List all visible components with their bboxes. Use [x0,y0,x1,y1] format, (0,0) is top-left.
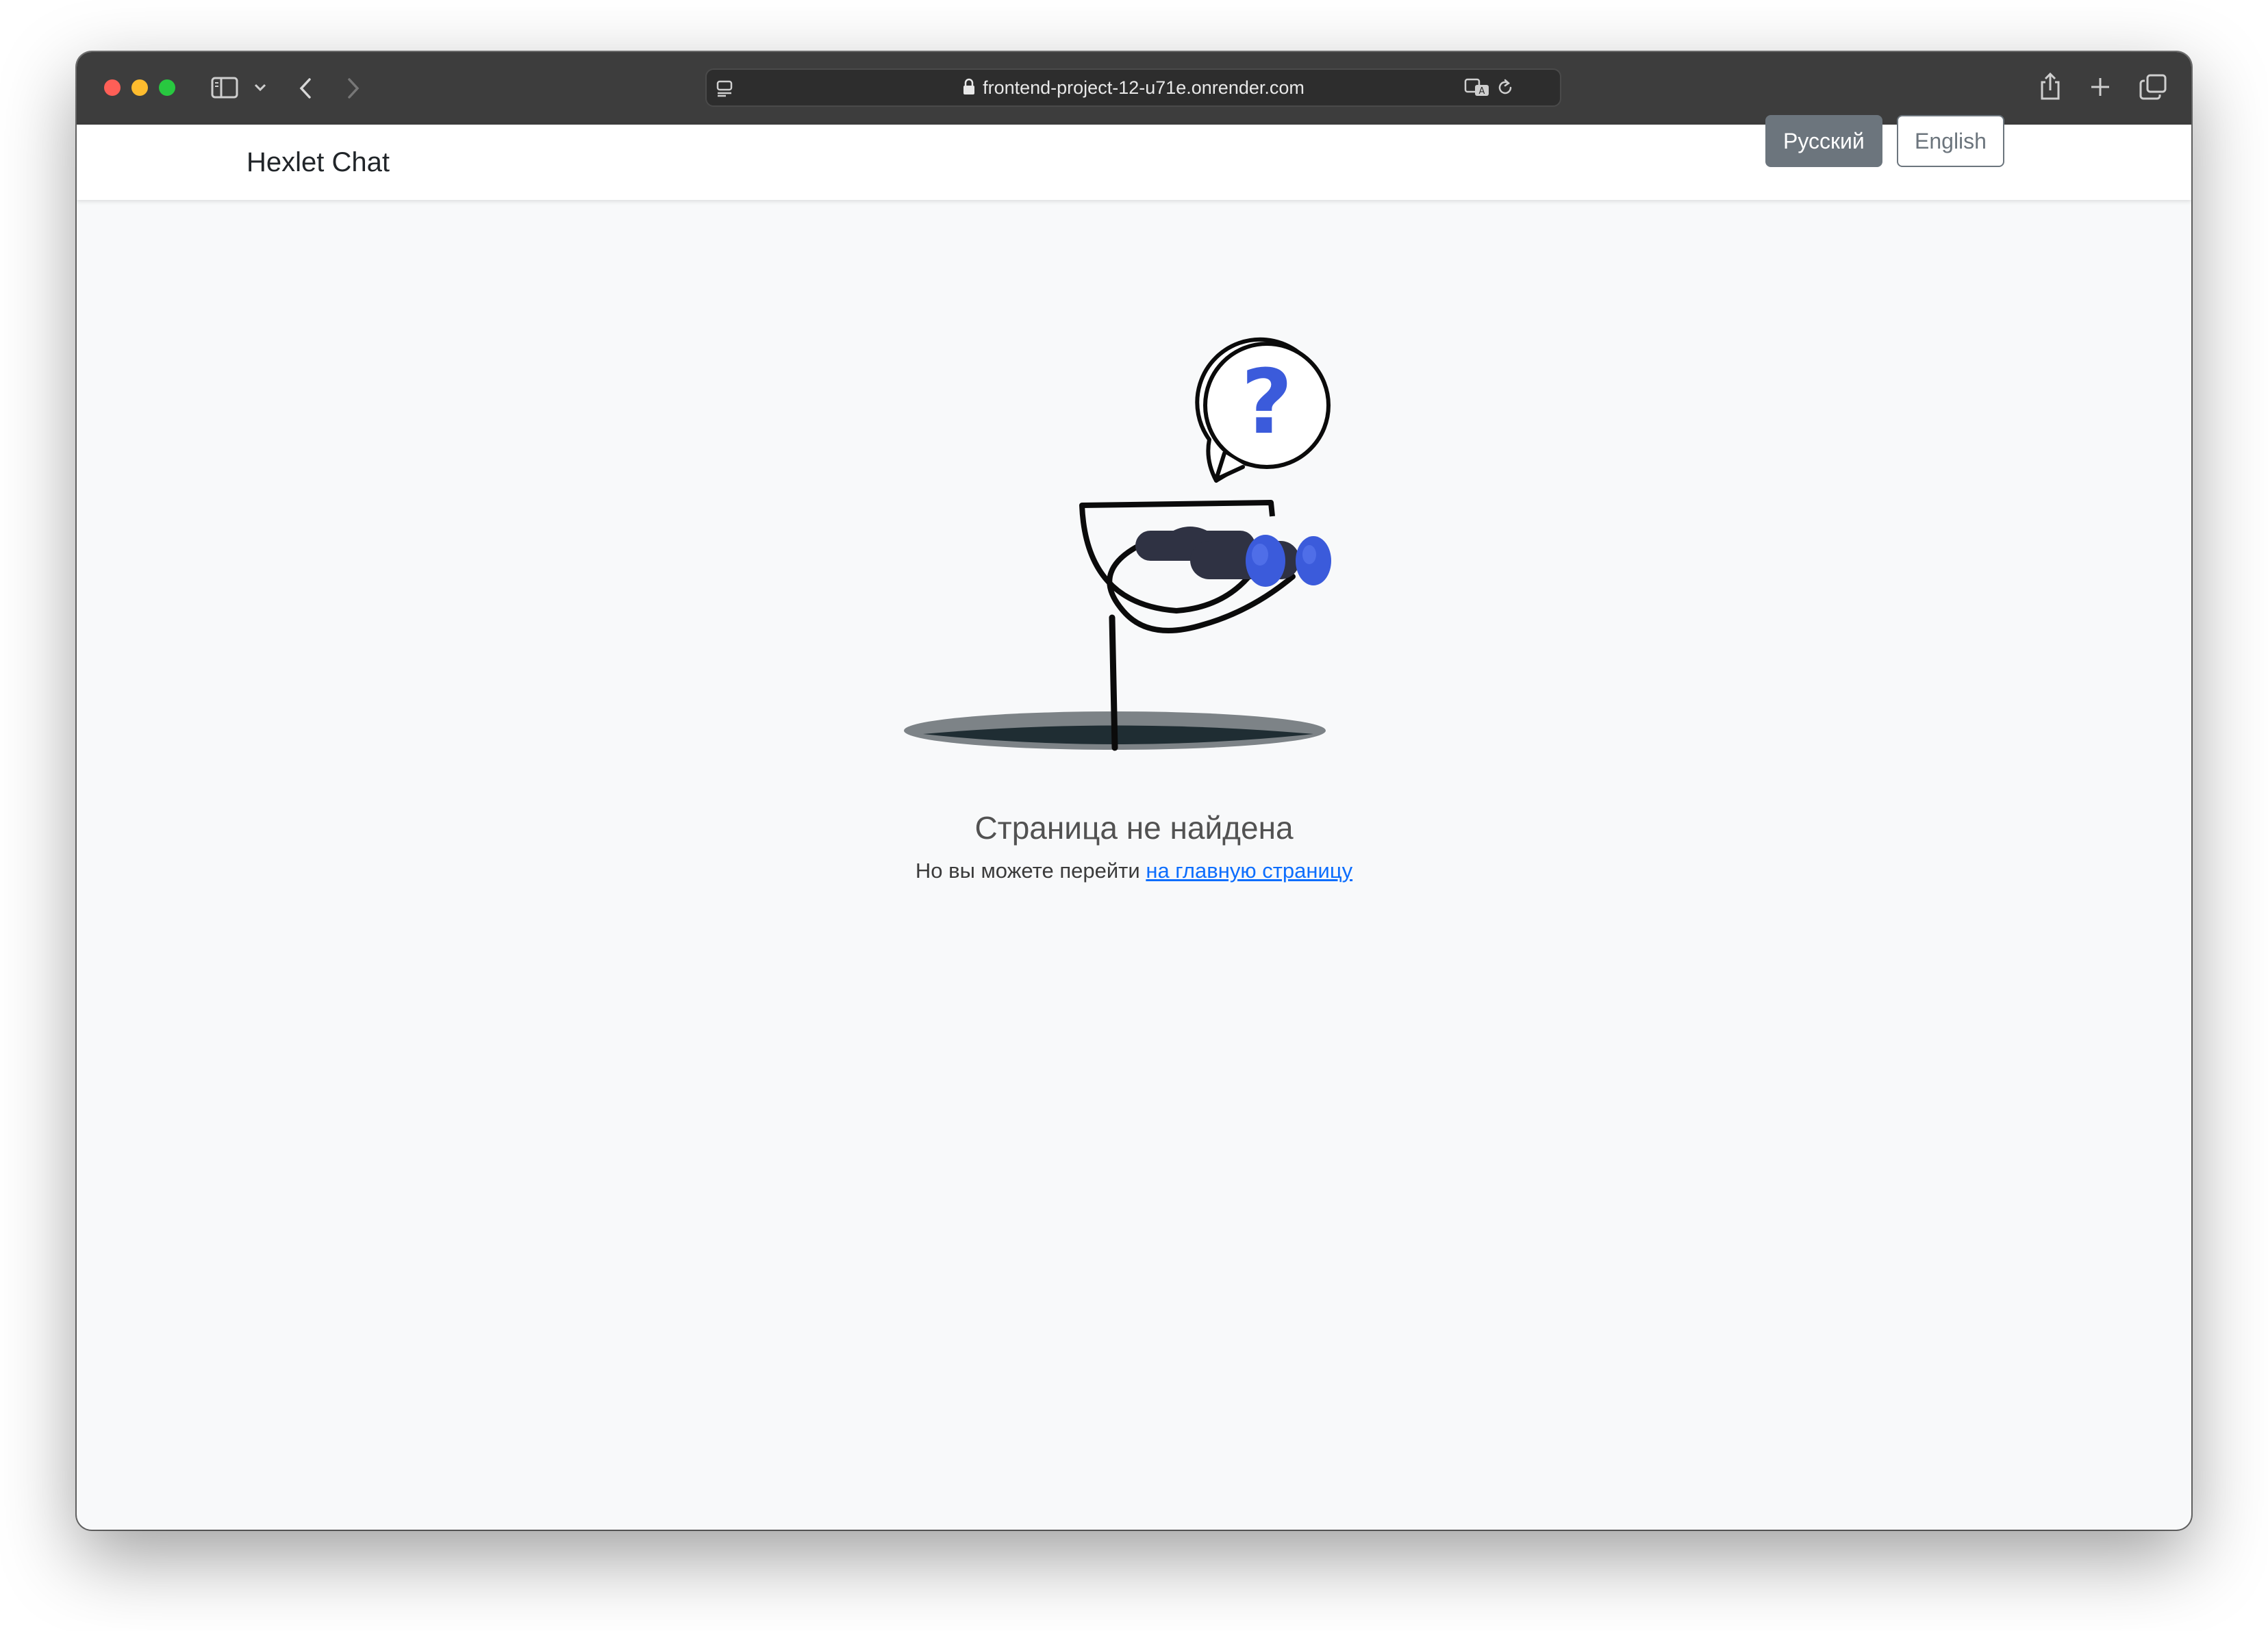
binoculars-illustration: ? [904,337,1331,751]
hint-text: Но вы можете перейти [915,859,1140,883]
browser-toolbar: frontend-project-12-u71e.onrender.com A [77,52,2191,125]
translate-icon[interactable]: A [1464,77,1491,99]
chevron-down-icon[interactable] [253,82,267,93]
question-mark-icon: ? [1241,350,1292,454]
browser-window: frontend-project-12-u71e.onrender.com A [77,52,2191,1530]
figure-head-top [1081,500,1275,517]
minimize-window-icon[interactable] [131,79,148,96]
tab-overview-icon[interactable] [2139,74,2167,100]
language-english-button[interactable]: English [1897,115,2004,167]
sidebar-toggle-icon[interactable] [211,77,238,99]
figure-stick [1109,614,1118,751]
language-russian-button[interactable]: Русский [1765,115,1882,167]
lock-icon [963,78,975,94]
forward-icon[interactable] [345,77,362,100]
url-text: frontend-project-12-u71e.onrender.com [983,77,1305,98]
not-found-hint: Но вы можете перейти на главную страницу [77,859,2191,883]
zoom-window-icon[interactable] [159,79,175,96]
home-page-link[interactable]: на главную страницу [1146,859,1352,883]
new-tab-icon[interactable] [2089,75,2112,99]
page-title: Страница не найдена [974,810,1294,846]
brand-link[interactable]: Hexlet Chat [247,125,390,200]
reload-icon[interactable] [1494,77,1516,99]
url-text-container: frontend-project-12-u71e.onrender.com [707,70,1560,105]
back-icon[interactable] [297,77,314,100]
not-found-page: ? Страница не найдена Но вы можете перей… [77,200,2191,1530]
svg-text:A: A [1479,86,1485,97]
address-bar[interactable]: frontend-project-12-u71e.onrender.com A [705,68,1561,107]
share-icon[interactable] [2038,71,2063,101]
close-window-icon[interactable] [104,79,121,96]
